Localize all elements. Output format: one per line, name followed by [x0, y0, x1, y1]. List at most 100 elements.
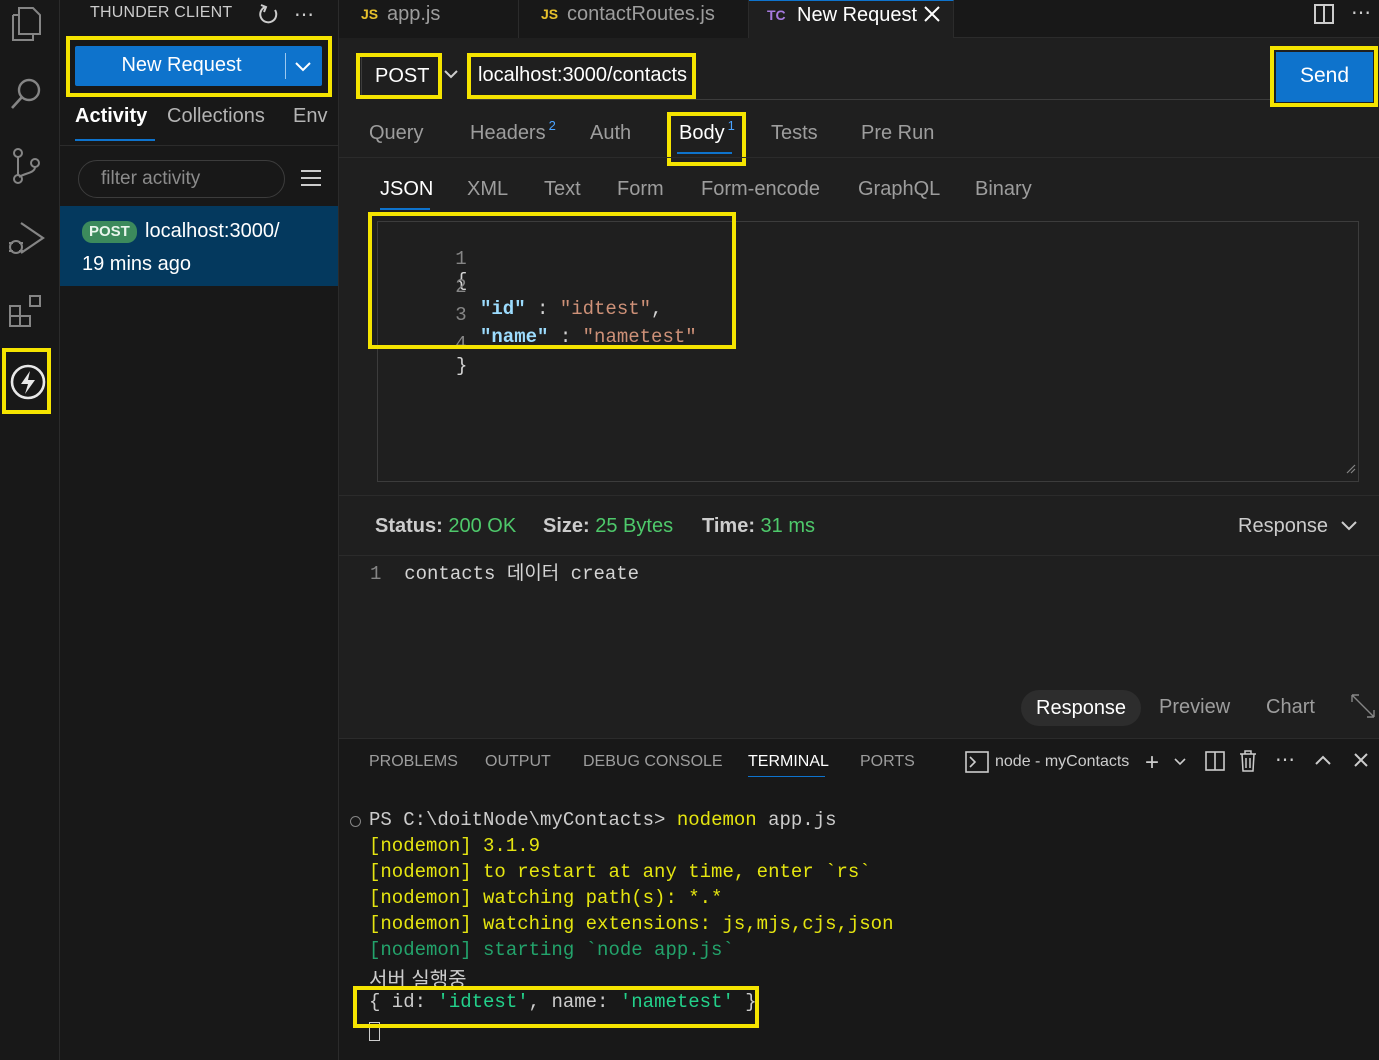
line-number: 4	[455, 333, 467, 355]
resize-handle-icon[interactable]	[1346, 461, 1356, 479]
response-tab-response[interactable]: Response	[1021, 690, 1142, 726]
trash-icon[interactable]	[1239, 750, 1257, 777]
more-actions-icon[interactable]: ⋯	[1275, 747, 1295, 772]
divider	[339, 157, 1379, 158]
chevron-down-icon[interactable]	[1173, 755, 1187, 773]
active-tab-indicator	[75, 139, 155, 141]
body-tab-form-encode[interactable]: Form-encode	[701, 178, 820, 201]
tab-tests[interactable]: Tests	[771, 122, 818, 145]
line-number: 1	[370, 563, 382, 585]
line-number: 3	[455, 304, 467, 326]
terminal-icon	[965, 751, 989, 778]
editor-tab-bar: JS app.js JS contactRoutes.js TC New Req…	[339, 0, 1379, 38]
time-value: 31 ms	[760, 515, 816, 537]
source-control-icon[interactable]	[6, 146, 46, 186]
new-request-button[interactable]: New Request	[75, 46, 322, 86]
body-tab-text[interactable]: Text	[544, 178, 581, 201]
status-label: Status:	[375, 515, 443, 537]
dropdown-label: Response	[1238, 515, 1329, 537]
panel-tab-debug-console[interactable]: DEBUG CONSOLE	[583, 753, 723, 771]
response-view-dropdown[interactable]: Response	[1238, 515, 1328, 538]
json-separator: :	[525, 298, 560, 320]
sidebar-tab-env[interactable]: Env	[293, 105, 327, 128]
activity-url: localhost:3000/	[145, 220, 280, 242]
add-terminal-icon[interactable]: +	[1145, 749, 1159, 777]
divider	[60, 145, 339, 146]
json-separator: :	[548, 326, 583, 348]
headers-count-badge: 2	[548, 118, 556, 133]
activity-bar	[0, 0, 60, 1060]
tab-new-request[interactable]: TC New Request	[749, 0, 954, 38]
send-button[interactable]: Send	[1276, 52, 1373, 102]
thunder-client-icon[interactable]	[8, 362, 48, 402]
activity-item[interactable]: POST localhost:3000/ 19 mins ago	[60, 206, 338, 286]
panel-tab-ports[interactable]: PORTS	[860, 753, 915, 771]
panel-tab-problems[interactable]: PROBLEMS	[369, 753, 458, 771]
body-tab-binary[interactable]: Binary	[975, 178, 1032, 201]
code-line: 4 }	[378, 311, 467, 377]
prompt: PS C:\doitNode\myContacts>	[369, 809, 666, 831]
chevron-down-icon[interactable]	[443, 66, 459, 87]
terminal-cursor	[369, 1022, 380, 1041]
response-body: 1 contacts 데이터 create	[370, 558, 639, 585]
sidebar-tab-activity[interactable]: Activity	[75, 105, 147, 128]
active-tab-indicator	[748, 776, 825, 777]
panel-tab-output[interactable]: OUTPUT	[485, 753, 551, 771]
terminal-line: [nodemon] starting `node app.js`	[369, 939, 734, 961]
response-tab-preview[interactable]: Preview	[1159, 696, 1230, 719]
json-value: "idtest"	[559, 298, 652, 320]
more-actions-icon[interactable]: ⋯	[294, 2, 314, 27]
divider	[339, 495, 1379, 496]
json-key: "id"	[480, 298, 526, 320]
command-arg: app.js	[768, 809, 837, 831]
tab-contact-routes-js[interactable]: JS contactRoutes.js	[519, 0, 749, 38]
active-tab-indicator	[380, 208, 430, 210]
tab-body[interactable]: Body 1	[679, 118, 735, 145]
terminal-name[interactable]: node - myContacts	[995, 753, 1129, 771]
line-number: 2	[455, 276, 467, 298]
explorer-icon[interactable]	[6, 4, 46, 44]
tab-label: Body	[679, 122, 725, 144]
json-value: "nametest"	[582, 326, 697, 348]
split-terminal-icon[interactable]	[1205, 751, 1225, 776]
tab-headers[interactable]: Headers 2	[470, 118, 556, 145]
sidebar-tab-collections[interactable]: Collections	[167, 105, 265, 128]
close-icon[interactable]	[923, 5, 941, 28]
json-body-editor[interactable]: 1 { 2 "id" : "idtest", 3 "name" : "namet…	[377, 221, 1359, 482]
json-comma: ,	[651, 298, 663, 320]
js-file-icon: JS	[361, 6, 379, 22]
more-actions-icon[interactable]: ⋯	[1351, 0, 1371, 25]
split-editor-icon[interactable]	[1313, 3, 1335, 30]
refresh-icon[interactable]	[258, 2, 280, 26]
body-tab-graphql[interactable]: GraphQL	[858, 178, 940, 201]
body-tab-form[interactable]: Form	[617, 178, 664, 201]
activity-time: 19 mins ago	[82, 253, 191, 275]
string-value: 'nametest'	[619, 991, 734, 1013]
menu-icon[interactable]	[300, 168, 322, 193]
chevron-down-icon[interactable]	[293, 56, 313, 81]
run-debug-icon[interactable]	[6, 218, 46, 258]
extensions-icon[interactable]	[6, 290, 46, 330]
tab-auth[interactable]: Auth	[590, 122, 631, 145]
time-readout: Time: 31 ms	[702, 515, 815, 538]
expand-icon[interactable]	[1350, 693, 1376, 724]
url-input[interactable]: localhost:3000/contacts	[470, 56, 1270, 100]
body-tab-json[interactable]: JSON	[380, 178, 433, 201]
command-status-icon	[350, 816, 361, 827]
tab-pre-run[interactable]: Pre Run	[861, 122, 934, 145]
method-select[interactable]: POST	[361, 56, 439, 96]
terminal-line: [nodemon] watching extensions: js,mjs,cj…	[369, 913, 894, 935]
sidebar-title: THUNDER CLIENT	[90, 4, 233, 21]
search-icon[interactable]	[6, 74, 46, 114]
close-panel-icon[interactable]	[1353, 752, 1369, 773]
panel-tab-terminal[interactable]: TERMINAL	[748, 753, 829, 771]
size-label: Size:	[543, 515, 590, 537]
chevron-down-icon[interactable]	[1340, 518, 1358, 539]
tab-app-js[interactable]: JS app.js	[339, 0, 519, 38]
tab-query[interactable]: Query	[369, 122, 423, 145]
response-text: contacts 데이터 create	[404, 563, 640, 585]
maximize-panel-icon[interactable]	[1314, 753, 1332, 772]
response-tab-chart[interactable]: Chart	[1266, 696, 1315, 719]
body-tab-xml[interactable]: XML	[467, 178, 508, 201]
filter-activity-input[interactable]: filter activity	[78, 160, 285, 198]
